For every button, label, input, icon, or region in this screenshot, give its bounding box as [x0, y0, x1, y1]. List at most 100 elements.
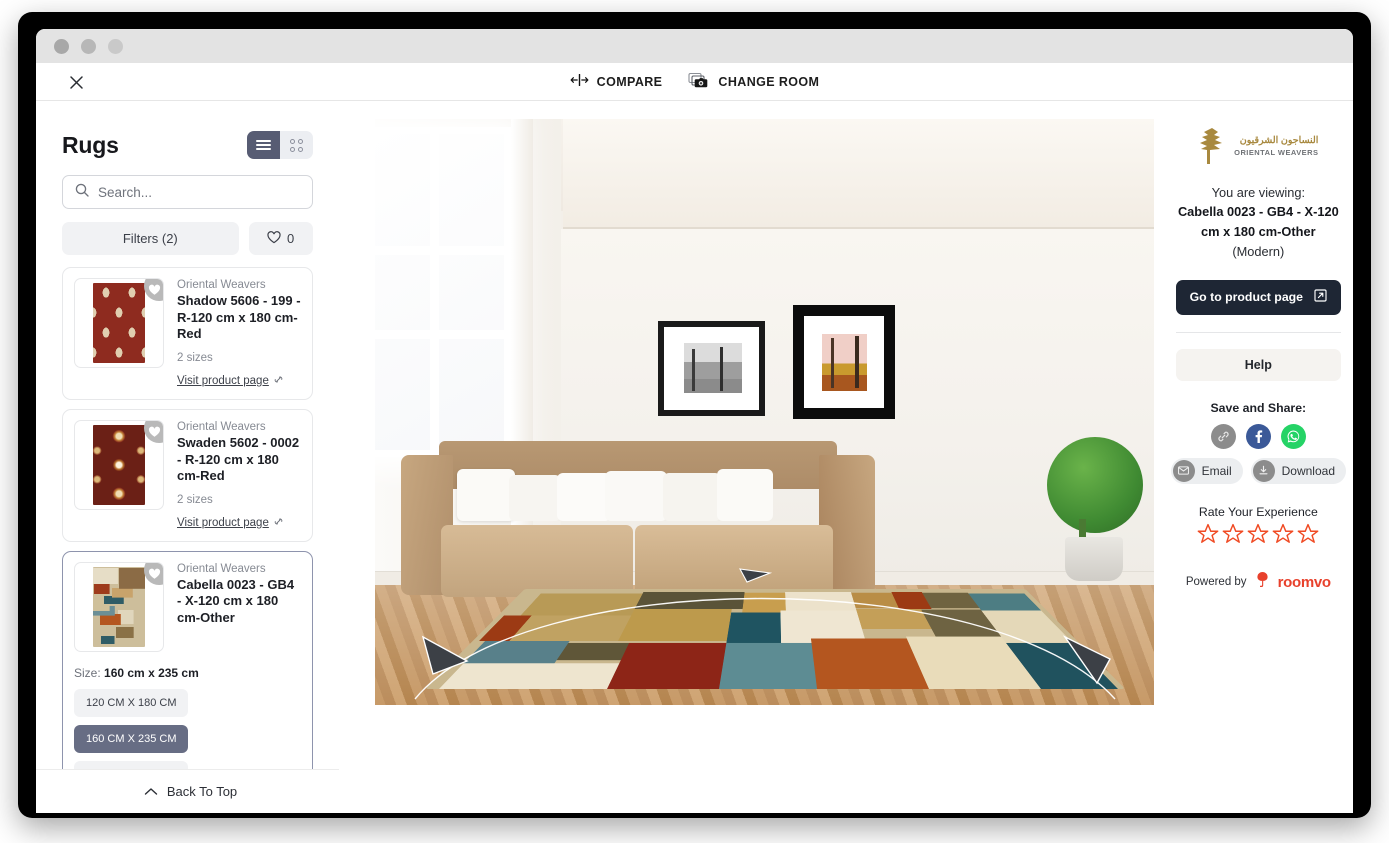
email-label: Email — [1201, 463, 1232, 478]
copy-link-icon[interactable] — [1210, 423, 1236, 449]
panel-divider — [1175, 331, 1341, 333]
external-link-icon — [274, 375, 283, 387]
favorite-toggle[interactable] — [144, 279, 163, 301]
filter-row: Filters (2) 0 — [62, 222, 313, 255]
list-view-icon[interactable] — [246, 131, 280, 159]
share-pills: Email Download — [1168, 457, 1349, 484]
product-info-panel: النساجون الشرقيون ORIENTAL WEAVERS You a… — [1164, 101, 1353, 813]
star-icon-4[interactable] — [1272, 523, 1294, 549]
camera-photos-icon — [688, 72, 710, 92]
potted-plant — [1035, 437, 1153, 585]
change-room-button[interactable]: CHANGE ROOM — [688, 72, 819, 92]
download-share-button[interactable]: Download — [1250, 457, 1346, 484]
rug-thumb-cabella-0023 — [93, 566, 145, 647]
help-button[interactable]: Help — [1175, 348, 1341, 381]
email-icon — [1172, 459, 1195, 482]
email-share-button[interactable]: Email — [1170, 457, 1243, 484]
viewing-label: You are viewing: — [1211, 185, 1306, 200]
chevron-up-icon — [144, 784, 158, 799]
favorite-toggle[interactable] — [144, 562, 163, 585]
oriental-weavers-mark-icon — [1200, 128, 1223, 164]
browser-window: COMPARE CHANGE ROOM Rugs Search... Filte… — [36, 29, 1353, 813]
search-box[interactable] — [62, 175, 313, 209]
window-titlebar — [36, 29, 1353, 63]
star-icon-2[interactable] — [1222, 523, 1244, 549]
powered-by-label: Powered by — [1185, 576, 1247, 589]
rug-overlay[interactable] — [424, 589, 1125, 689]
room-scene[interactable] — [374, 119, 1154, 705]
logo-english: ORIENTAL WEAVERS — [1234, 147, 1319, 157]
product-brand: Oriental Weavers — [177, 562, 266, 575]
share-icons — [1168, 423, 1349, 449]
grid-view-icon[interactable] — [280, 131, 313, 159]
external-link-icon — [1314, 289, 1327, 305]
close-icon[interactable] — [62, 68, 90, 96]
product-sidebar: Rugs Search... Filters (2) 0 Oriental We… — [36, 101, 339, 813]
size-option-120x180[interactable]: 120 CM X 180 CM — [74, 688, 189, 717]
go-to-product-page-button[interactable]: Go to product page — [1175, 279, 1341, 315]
product-sizes: 2 sizes — [177, 493, 213, 506]
sofa — [400, 437, 875, 609]
facebook-icon[interactable] — [1245, 423, 1271, 449]
toolbar-actions: COMPARE CHANGE ROOM — [570, 72, 820, 92]
product-name: Shadow 5606 - 199 - R-120 cm x 180 cm-Re… — [177, 293, 301, 342]
app-toolbar: COMPARE CHANGE ROOM — [36, 63, 1353, 101]
rug-thumb-swaden-5602 — [93, 424, 145, 505]
product-name: Cabella 0023 - GB4 - X-120 cm x 180 cm-O… — [177, 576, 295, 625]
ceiling-soffit — [562, 119, 1154, 229]
search-icon — [75, 183, 89, 202]
compare-label: COMPARE — [596, 74, 663, 89]
heart-outline-icon — [267, 230, 281, 247]
product-brand: Oriental Weavers — [177, 279, 266, 291]
roomvo-wordmark: roomvo — [1277, 573, 1332, 591]
compare-button[interactable]: COMPARE — [570, 73, 663, 89]
list-item[interactable]: Oriental Weavers Swaden 5602 - 0002 - R-… — [62, 408, 313, 542]
main-content: Rugs Search... Filters (2) 0 Oriental We… — [36, 101, 1353, 813]
sidebar-header: Rugs — [62, 101, 313, 159]
product-name: Swaden 5602 - 0002 - R-120 cm x 180 cm-R… — [177, 434, 300, 484]
visit-label: Visit product page — [177, 516, 269, 529]
back-to-top-button[interactable]: Back To Top — [36, 769, 339, 813]
size-option-160x235[interactable]: 160 CM X 235 CM — [74, 724, 189, 753]
window-maximize-dot[interactable] — [108, 38, 123, 54]
framed-art-right — [792, 305, 895, 419]
compare-arrows-icon — [570, 73, 589, 89]
change-room-label: CHANGE ROOM — [718, 74, 820, 89]
visit-label: Visit product page — [177, 374, 269, 387]
product-list[interactable]: Oriental Weavers Shadow 5606 - 199 - R-1… — [62, 267, 313, 813]
size-prefix: Size: — [74, 665, 101, 680]
window-minimize-dot[interactable] — [81, 38, 96, 54]
powered-by: Powered by roomvo — [1168, 571, 1349, 594]
visit-product-page-link[interactable]: Visit product page — [177, 375, 283, 387]
product-thumbnail[interactable] — [74, 278, 164, 368]
star-icon-1[interactable] — [1197, 523, 1219, 549]
rating-stars — [1168, 523, 1349, 549]
size-value: 160 cm x 235 cm — [104, 665, 199, 680]
product-thumbnail[interactable] — [74, 561, 164, 652]
favorites-button[interactable]: 0 — [248, 222, 313, 255]
product-brand: Oriental Weavers — [177, 420, 266, 433]
share-title: Save and Share: — [1210, 400, 1307, 415]
brand-logo: النساجون الشرقيون ORIENTAL WEAVERS — [1168, 123, 1349, 169]
page-title: Rugs — [62, 131, 119, 158]
product-thumbnail[interactable] — [74, 419, 164, 510]
rug-thumb-shadow-5606 — [93, 283, 145, 363]
search-input[interactable] — [98, 184, 300, 200]
product-sizes: 2 sizes — [177, 351, 213, 364]
download-icon — [1252, 459, 1275, 482]
filters-button[interactable]: Filters (2) — [62, 222, 239, 255]
download-label: Download — [1281, 463, 1335, 478]
favorites-count: 0 — [287, 231, 295, 246]
visit-product-page-link[interactable]: Visit product page — [177, 517, 283, 529]
whatsapp-icon[interactable] — [1280, 423, 1306, 449]
favorite-toggle[interactable] — [144, 420, 163, 443]
window-close-dot[interactable] — [54, 38, 69, 54]
star-icon-3[interactable] — [1247, 523, 1269, 549]
roomvo-logo-icon — [1255, 571, 1270, 594]
room-visualizer — [339, 101, 1164, 813]
go-to-product-label: Go to product page — [1189, 290, 1304, 305]
star-icon-5[interactable] — [1297, 523, 1319, 549]
viewing-product-name: Cabella 0023 - GB4 - X-120 cm x 180 cm-O… — [1177, 204, 1339, 239]
size-label: Size: 160 cm x 235 cm — [74, 666, 301, 680]
list-item[interactable]: Oriental Weavers Shadow 5606 - 199 - R-1… — [62, 267, 313, 400]
